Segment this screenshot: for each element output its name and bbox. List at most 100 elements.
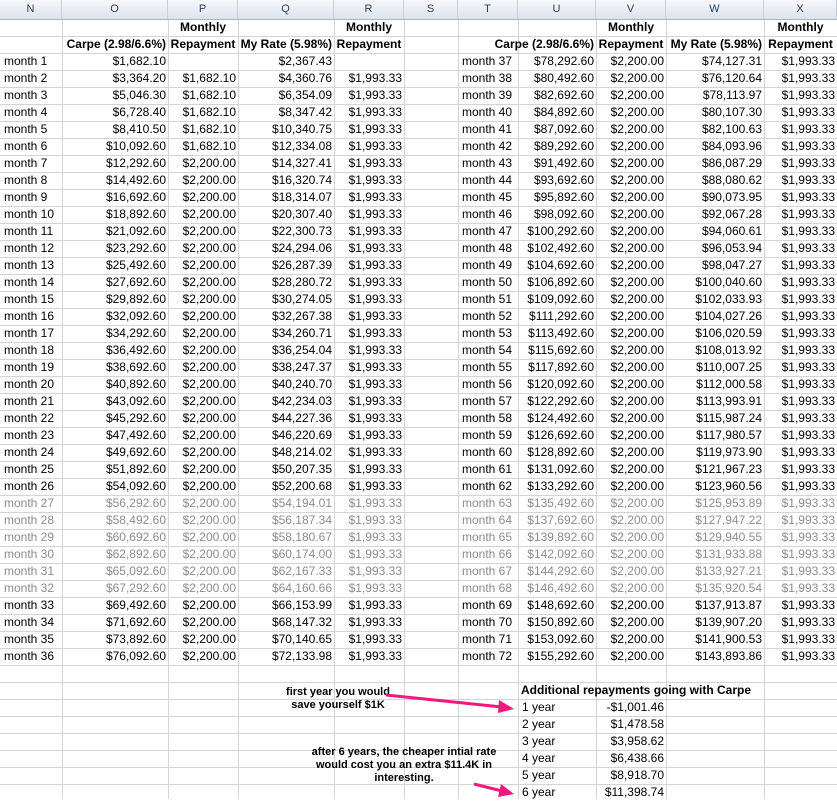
month-label[interactable]: month 22 xyxy=(4,410,62,427)
carpe-balance[interactable]: $40,892.60 xyxy=(62,376,166,393)
my-rate-header-q[interactable]: My Rate (5.98%) xyxy=(232,36,332,53)
carpe-balance[interactable]: $148,692.60 xyxy=(518,597,594,614)
column-header-t[interactable]: T xyxy=(458,0,518,19)
month-label[interactable]: month 67 xyxy=(462,563,520,580)
carpe-repayment[interactable]: $2,200.00 xyxy=(168,444,236,461)
month-label[interactable]: month 65 xyxy=(462,529,520,546)
carpe-repayment[interactable]: $2,200.00 xyxy=(596,597,664,614)
month-label[interactable]: month 68 xyxy=(462,580,520,597)
carpe-repayment[interactable]: $2,200.00 xyxy=(168,206,236,223)
my-rate-repayment[interactable]: $1,993.33 xyxy=(764,410,835,427)
column-header-r[interactable]: R xyxy=(334,0,404,19)
carpe-repayment[interactable]: $2,200.00 xyxy=(168,461,236,478)
carpe-repayment[interactable]: $2,200.00 xyxy=(596,512,664,529)
my-rate-balance[interactable]: $141,900.53 xyxy=(666,631,762,648)
month-label[interactable]: month 47 xyxy=(462,223,520,240)
my-rate-repayment[interactable]: $1,993.33 xyxy=(764,529,835,546)
my-rate-repayment[interactable]: $1,993.33 xyxy=(764,495,835,512)
my-rate-repayment[interactable]: $1,993.33 xyxy=(764,444,835,461)
carpe-balance[interactable]: $60,692.60 xyxy=(62,529,166,546)
carpe-repayment[interactable]: $2,200.00 xyxy=(596,342,664,359)
month-label[interactable]: month 38 xyxy=(462,70,520,87)
carpe-repayment[interactable]: $2,200.00 xyxy=(596,87,664,104)
my-rate-balance[interactable]: $135,920.54 xyxy=(666,580,762,597)
month-label[interactable]: month 48 xyxy=(462,240,520,257)
month-label[interactable]: month 66 xyxy=(462,546,520,563)
my-rate-repayment[interactable]: $1,993.33 xyxy=(334,648,402,665)
my-rate-balance[interactable]: $46,220.69 xyxy=(238,427,332,444)
my-rate-repayment[interactable]: $1,993.33 xyxy=(764,614,835,631)
carpe-balance[interactable]: $10,092.60 xyxy=(62,138,166,155)
carpe-repayment[interactable]: $2,200.00 xyxy=(168,291,236,308)
month-label[interactable]: month 29 xyxy=(4,529,62,546)
month-label[interactable]: month 19 xyxy=(4,359,62,376)
my-rate-balance[interactable]: $20,307.40 xyxy=(238,206,332,223)
carpe-repayment[interactable]: $1,682.10 xyxy=(168,70,236,87)
my-rate-repayment[interactable]: $1,993.33 xyxy=(764,478,835,495)
my-rate-balance[interactable]: $40,240.70 xyxy=(238,376,332,393)
carpe-repayment[interactable]: $2,200.00 xyxy=(596,461,664,478)
carpe-balance[interactable]: $47,492.60 xyxy=(62,427,166,444)
carpe-balance[interactable]: $95,892.60 xyxy=(518,189,594,206)
column-header-q[interactable]: Q xyxy=(238,0,334,19)
month-label[interactable]: month 41 xyxy=(462,121,520,138)
my-rate-balance[interactable]: $30,274.05 xyxy=(238,291,332,308)
carpe-header-u[interactable]: Carpe (2.98/6.6%) xyxy=(478,36,594,53)
my-rate-repayment[interactable]: $1,993.33 xyxy=(764,580,835,597)
monthly-header-x[interactable]: Monthly xyxy=(764,19,837,36)
summary-year-label[interactable]: 4 year xyxy=(522,750,592,767)
my-rate-balance[interactable]: $100,040.60 xyxy=(666,274,762,291)
month-label[interactable]: month 9 xyxy=(4,189,62,206)
my-rate-balance[interactable]: $62,167.33 xyxy=(238,563,332,580)
carpe-repayment[interactable]: $2,200.00 xyxy=(168,359,236,376)
month-label[interactable]: month 43 xyxy=(462,155,520,172)
carpe-repayment[interactable]: $2,200.00 xyxy=(596,359,664,376)
my-rate-repayment[interactable]: $1,993.33 xyxy=(334,410,402,427)
my-rate-balance[interactable]: $104,027.26 xyxy=(666,308,762,325)
month-label[interactable]: month 13 xyxy=(4,257,62,274)
carpe-balance[interactable]: $102,492.60 xyxy=(518,240,594,257)
summary-year-label[interactable]: 1 year xyxy=(522,699,592,716)
my-rate-balance[interactable]: $113,993.91 xyxy=(666,393,762,410)
carpe-balance[interactable]: $73,892.60 xyxy=(62,631,166,648)
month-label[interactable]: month 44 xyxy=(462,172,520,189)
summary-value[interactable]: $8,918.70 xyxy=(596,767,664,784)
my-rate-balance[interactable]: $119,973.90 xyxy=(666,444,762,461)
summary-year-label[interactable]: 3 year xyxy=(522,733,592,750)
my-rate-repayment[interactable]: $1,993.33 xyxy=(334,257,402,274)
carpe-balance[interactable]: $25,492.60 xyxy=(62,257,166,274)
carpe-repayment[interactable]: $2,200.00 xyxy=(168,478,236,495)
my-rate-balance[interactable]: $72,133.98 xyxy=(238,648,332,665)
my-rate-repayment[interactable]: $1,993.33 xyxy=(334,240,402,257)
my-rate-repayment[interactable]: $1,993.33 xyxy=(334,563,402,580)
carpe-repayment[interactable]: $2,200.00 xyxy=(168,223,236,240)
carpe-repayment[interactable]: $1,682.10 xyxy=(168,87,236,104)
my-rate-balance[interactable]: $50,207.35 xyxy=(238,461,332,478)
carpe-repayment[interactable]: $2,200.00 xyxy=(596,580,664,597)
column-header-o[interactable]: O xyxy=(62,0,168,19)
month-label[interactable]: month 26 xyxy=(4,478,62,495)
month-label[interactable]: month 63 xyxy=(462,495,520,512)
my-rate-repayment[interactable]: $1,993.33 xyxy=(334,376,402,393)
my-rate-balance[interactable]: $129,940.55 xyxy=(666,529,762,546)
my-rate-repayment[interactable]: $1,993.33 xyxy=(334,206,402,223)
my-rate-repayment[interactable]: $1,993.33 xyxy=(334,189,402,206)
my-rate-repayment[interactable]: $1,993.33 xyxy=(764,240,835,257)
my-rate-repayment[interactable]: $1,993.33 xyxy=(334,274,402,291)
summary-year-label[interactable]: 6 year xyxy=(522,784,592,801)
carpe-balance[interactable]: $153,092.60 xyxy=(518,631,594,648)
carpe-repayment[interactable]: $1,682.10 xyxy=(168,121,236,138)
my-rate-repayment[interactable]: $1,993.33 xyxy=(764,648,835,665)
carpe-balance[interactable]: $34,292.60 xyxy=(62,325,166,342)
summary-year-label[interactable]: 2 year xyxy=(522,716,592,733)
my-rate-balance[interactable]: $38,247.37 xyxy=(238,359,332,376)
carpe-balance[interactable]: $29,892.60 xyxy=(62,291,166,308)
carpe-balance[interactable]: $49,692.60 xyxy=(62,444,166,461)
carpe-balance[interactable]: $109,092.60 xyxy=(518,291,594,308)
month-label[interactable]: month 56 xyxy=(462,376,520,393)
month-label[interactable]: month 45 xyxy=(462,189,520,206)
my-rate-balance[interactable]: $137,913.87 xyxy=(666,597,762,614)
my-rate-balance[interactable]: $48,214.02 xyxy=(238,444,332,461)
carpe-repayment[interactable]: $2,200.00 xyxy=(596,478,664,495)
carpe-balance[interactable]: $56,292.60 xyxy=(62,495,166,512)
